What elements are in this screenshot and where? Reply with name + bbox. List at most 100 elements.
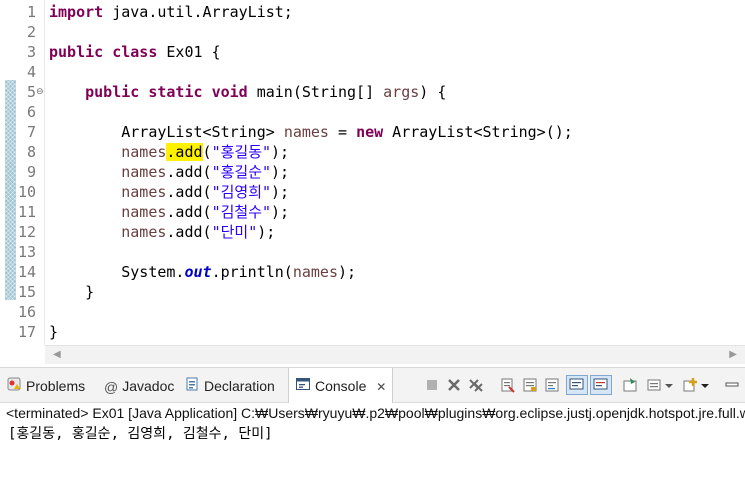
line-number: 11 (17, 203, 36, 221)
line-number: 12 (17, 223, 36, 241)
code-token: class (112, 43, 158, 61)
code-text: public static void main(String[] args) { (49, 82, 446, 102)
code-token: .add( (166, 223, 212, 241)
fold-collapse-icon[interactable]: ⊖ (36, 82, 44, 102)
tab-problems-label: Problems (26, 378, 86, 394)
code-line[interactable]: 3 public class Ex01 { (0, 42, 745, 62)
line-number: 13 (17, 243, 36, 261)
console-icon (295, 369, 311, 405)
code-token: System. (49, 263, 185, 281)
code-text: names.add("홍길순"); (49, 162, 289, 182)
scroll-lock-icon[interactable] (522, 377, 538, 393)
code-text: ArrayList<String> names = new ArrayList<… (49, 122, 573, 142)
code-token: void (211, 83, 248, 101)
code-line[interactable]: 12 names.add("단미"); (0, 222, 745, 242)
tab-problems[interactable]: Problems (6, 368, 85, 402)
code-line[interactable]: 9 names.add("홍길순"); (0, 162, 745, 182)
code-token: .add( (166, 183, 212, 201)
line-number: 15 (17, 283, 36, 301)
code-text: import java.util.ArrayList; (49, 2, 293, 22)
code-text: names.add("단미"); (49, 222, 275, 242)
line-number: 6 (26, 103, 36, 121)
javadoc-at-icon: @ (104, 379, 119, 396)
code-text: } (49, 282, 94, 302)
line-number: 1 (26, 3, 36, 21)
tab-javadoc-label: Javadoc (122, 378, 175, 394)
console-output[interactable]: [홍길동, 홍길순, 김영희, 김철수, 단미] (8, 424, 273, 444)
code-token: ); (271, 143, 290, 161)
code-text: names.add("김철수"); (49, 202, 289, 222)
declaration-icon (184, 369, 200, 405)
code-token: ) { (419, 83, 447, 101)
code-line[interactable]: 16 (0, 302, 745, 322)
code-line[interactable]: 17} (0, 322, 745, 342)
scroll-right-arrow-icon[interactable]: ▶ (729, 349, 737, 360)
code-token: new (356, 123, 384, 141)
pin-console-icon[interactable] (622, 377, 638, 393)
scroll-left-arrow-icon[interactable]: ◀ (53, 349, 61, 360)
code-line[interactable]: 2 (0, 22, 745, 42)
code-token: ); (257, 223, 276, 241)
code-token: = (328, 123, 357, 141)
code-line[interactable]: 11 names.add("김철수"); (0, 202, 745, 222)
tab-javadoc[interactable]: @ Javadoc (104, 368, 174, 402)
code-text: } (49, 322, 58, 342)
tab-console[interactable]: Console ✕ (288, 368, 394, 405)
open-console-dropdown-icon[interactable] (700, 377, 710, 393)
code-line[interactable]: 13 (0, 242, 745, 262)
code-token: ArrayList<String>(); (383, 123, 573, 141)
code-token: main(String[] (247, 83, 384, 101)
remove-all-terminated-icon[interactable] (468, 377, 484, 393)
show-console-on-stderr-icon[interactable] (590, 375, 612, 395)
line-number: 7 (26, 123, 36, 141)
code-token: "김영희" (211, 183, 272, 201)
line-number: 14 (17, 263, 36, 281)
code-token: Ex01 { (157, 43, 221, 61)
code-token: static (148, 83, 203, 101)
tab-console-label: Console (315, 378, 367, 394)
code-token: "홍길순" (211, 163, 272, 181)
minimize-view-icon[interactable] (722, 377, 742, 393)
tab-declaration-label: Declaration (204, 378, 275, 394)
code-token: names (292, 263, 338, 281)
code-line[interactable]: 10 names.add("김영희"); (0, 182, 745, 202)
close-icon[interactable]: ✕ (376, 380, 386, 394)
editor-horizontal-scrollbar[interactable]: ◀ ▶ (45, 345, 745, 364)
code-line[interactable]: 1 import java.util.ArrayList; (0, 2, 745, 22)
code-editor[interactable]: 1 import java.util.ArrayList; 2 3 public cla… (0, 0, 745, 345)
line-number: 17 (17, 323, 36, 341)
code-line[interactable]: 14 System.out.println(names); (0, 262, 745, 282)
show-console-on-stdout-icon[interactable] (566, 375, 588, 395)
code-text: names.add("홍길동"); (49, 142, 289, 162)
code-line[interactable]: 15 } (0, 282, 745, 302)
code-token: ); (338, 263, 357, 281)
code-line[interactable]: 4 (0, 62, 745, 82)
code-token: java.util.ArrayList; (103, 3, 293, 21)
code-token: names (121, 223, 167, 241)
remove-launch-icon[interactable] (446, 377, 462, 393)
problems-icon (6, 369, 22, 405)
display-selected-console-icon[interactable] (646, 377, 662, 393)
clear-console-icon[interactable] (500, 377, 516, 393)
code-token: "홍길동" (211, 143, 272, 161)
terminate-icon[interactable] (424, 377, 440, 393)
code-token: names (121, 163, 167, 181)
code-token: public (49, 43, 104, 61)
code-line[interactable]: 7 ArrayList<String> names = new ArrayLis… (0, 122, 745, 142)
word-wrap-icon[interactable] (544, 377, 560, 393)
code-line[interactable]: 6 (0, 102, 745, 122)
open-console-icon[interactable] (682, 377, 698, 393)
line-number: 10 (17, 183, 36, 201)
code-line[interactable]: 8 names.add("홍길동"); (0, 142, 745, 162)
code-token: } (49, 283, 95, 301)
display-console-dropdown-icon[interactable] (664, 377, 674, 393)
tab-declaration[interactable]: Declaration (184, 368, 275, 402)
code-line[interactable]: 5 ⊖ public static void main(String[] args… (0, 82, 745, 102)
code-token: .println( (211, 263, 293, 281)
code-text: public class Ex01 { (49, 42, 221, 62)
